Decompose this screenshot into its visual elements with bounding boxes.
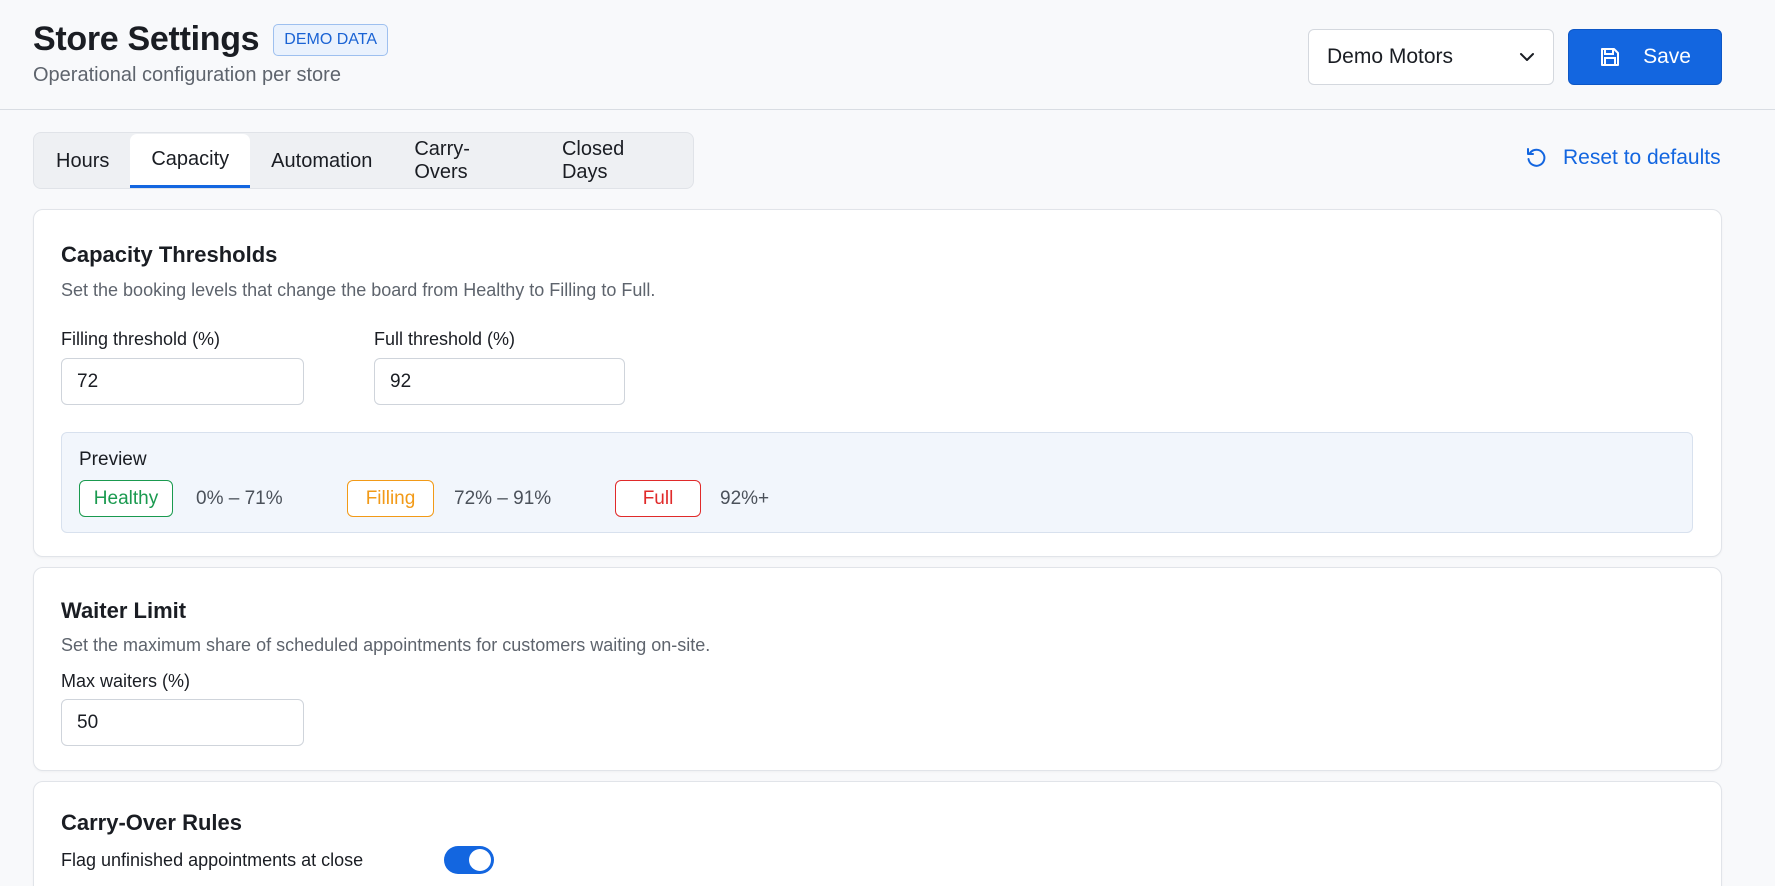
filling-threshold-label: Filling threshold (%) (61, 329, 221, 349)
filling-threshold-input[interactable]: 72 (61, 358, 304, 405)
capacity-description: Set the booking levels that change the b… (61, 280, 656, 300)
tab-hours[interactable]: Hours (35, 134, 130, 188)
tab-capacity[interactable]: Capacity (130, 134, 251, 188)
flag-unfinished-label: Flag unfinished appointments at close (61, 850, 364, 870)
waiter-title: Waiter Limit (61, 598, 187, 623)
reset-to-defaults-link[interactable]: Reset to defaults (1525, 146, 1721, 170)
toggle-knob (469, 849, 491, 871)
title-row: Store Settings DEMO DATA (33, 20, 389, 59)
full-range: 92%+ (720, 488, 770, 509)
full-threshold-input[interactable]: 92 (374, 358, 625, 405)
save-button-label: Save (1643, 45, 1691, 68)
waiter-description: Set the maximum share of scheduled appoi… (61, 635, 711, 655)
page-header: Store Settings DEMO DATA Operational con… (0, 0, 1775, 110)
save-icon (1601, 48, 1620, 66)
preview-label: Preview (79, 449, 147, 470)
capacity-title: Capacity Thresholds (61, 242, 278, 267)
preview-box: Preview Healthy 0% – 71% Filling 72% – 9… (61, 432, 1693, 533)
store-select[interactable]: Demo Motors (1308, 29, 1554, 85)
reset-label: Reset to defaults (1563, 146, 1721, 169)
full-pill: Full (615, 480, 701, 517)
reset-icon (1527, 148, 1546, 167)
filling-range: 72% – 91% (454, 488, 552, 509)
settings-tabs: Hours Capacity Automation Carry-Overs Cl… (33, 132, 694, 189)
tab-automation[interactable]: Automation (250, 134, 393, 188)
page-title: Store Settings (33, 20, 260, 58)
save-button[interactable]: Save (1568, 29, 1722, 85)
max-waiters-input[interactable]: 50 (61, 699, 304, 746)
page-subtitle: Operational configuration per store (33, 64, 341, 86)
healthy-range: 0% – 71% (196, 488, 283, 509)
filling-pill: Filling (347, 480, 434, 517)
demo-data-badge: DEMO DATA (273, 23, 389, 56)
carryover-title: Carry-Over Rules (61, 810, 242, 835)
full-threshold-label: Full threshold (%) (374, 329, 516, 349)
tab-closed-days[interactable]: Closed Days (541, 134, 693, 188)
carry-over-rules-card: Carry-Over Rules Flag unfinished appoint… (33, 781, 1722, 886)
store-select-value: Demo Motors (1327, 45, 1454, 68)
max-waiters-label: Max waiters (%) (61, 671, 191, 691)
chevron-down-icon (1520, 53, 1534, 61)
waiter-limit-card: Waiter Limit Set the maximum share of sc… (33, 567, 1722, 771)
tab-carry-overs[interactable]: Carry-Overs (393, 134, 541, 188)
capacity-thresholds-card: Capacity Thresholds Set the booking leve… (33, 209, 1722, 557)
flag-unfinished-toggle[interactable] (444, 846, 494, 874)
healthy-pill: Healthy (79, 480, 173, 517)
